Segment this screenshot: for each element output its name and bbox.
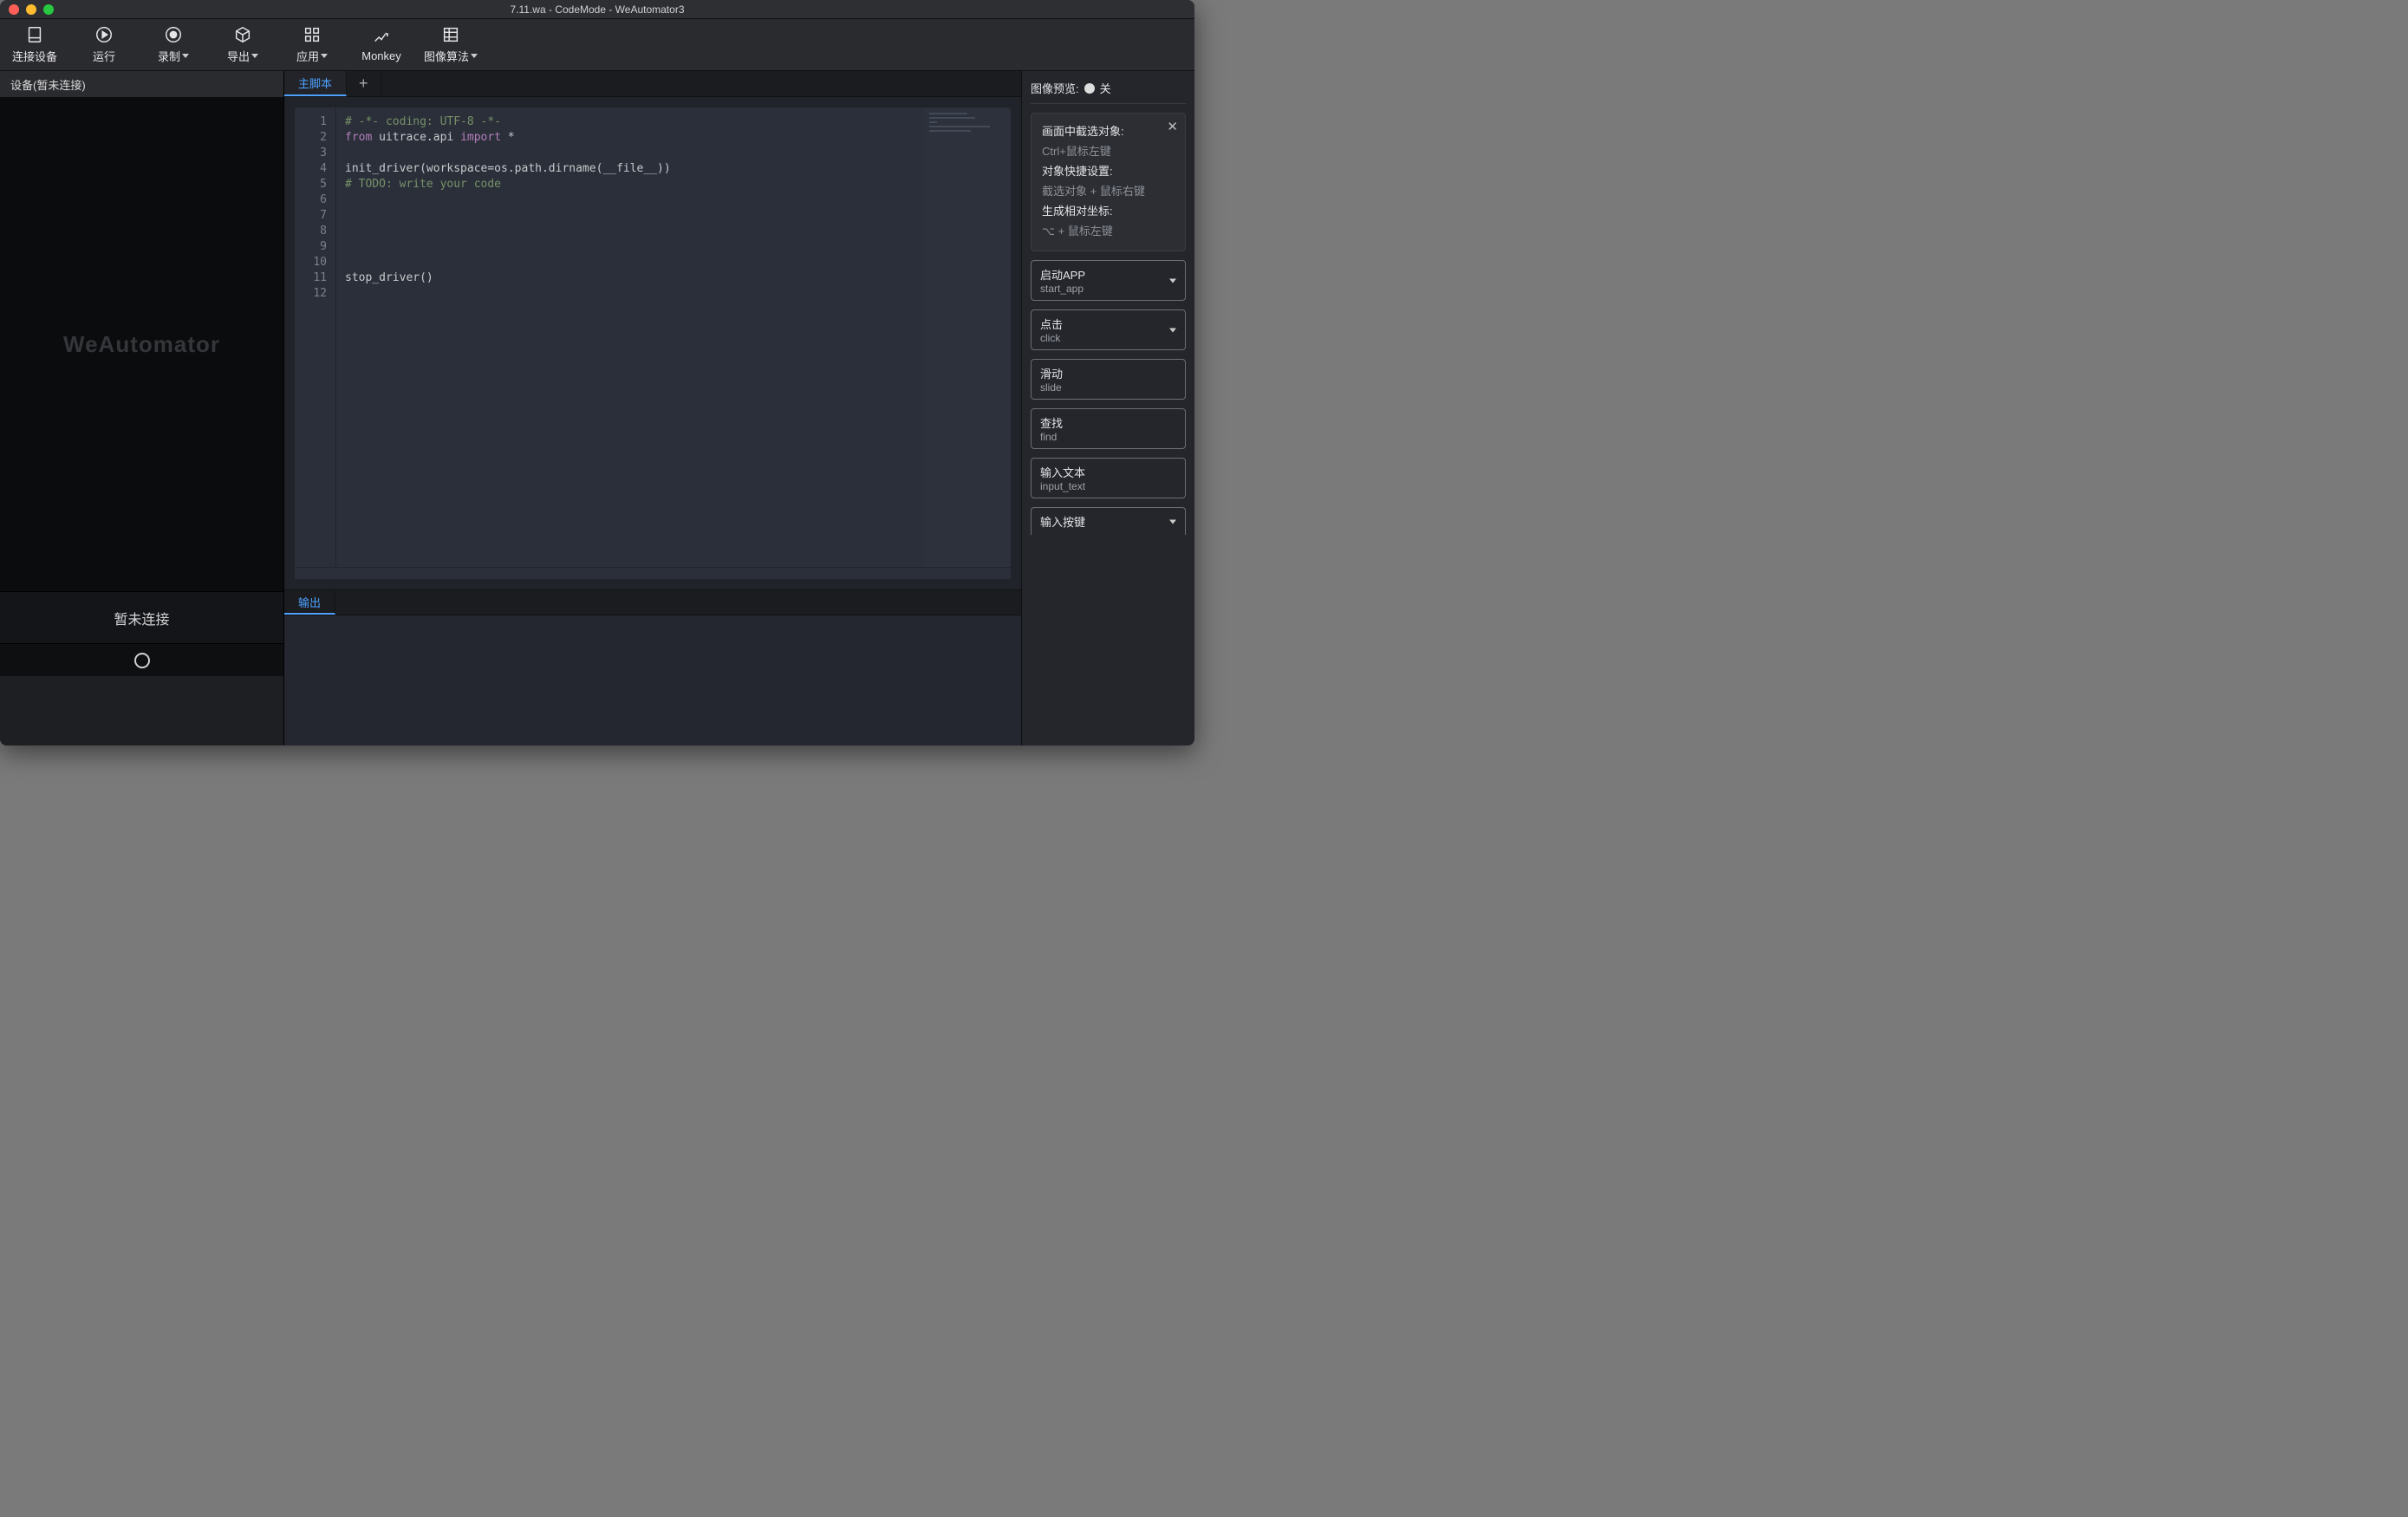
help-select-hint: Ctrl+鼠标左键 [1042, 145, 1111, 158]
image-algo-button[interactable]: 图像算法 [416, 19, 485, 71]
export-label: 导出 [227, 48, 250, 64]
action-label-cn: 启动APP [1040, 266, 1176, 283]
titlebar: 7.11.wa - CodeMode - WeAutomator3 [0, 0, 1194, 19]
action-input_text[interactable]: 输入文本input_text [1031, 458, 1186, 498]
output-label: 输出 [298, 594, 321, 610]
line-gutter: 123456789101112 [295, 107, 336, 567]
tab-main-script[interactable]: 主脚本 [284, 71, 347, 96]
toolbar: 连接设备 运行 录制 导出 应用 [0, 19, 1194, 71]
image-preview-toggle[interactable]: 图像预览: 关 [1031, 80, 1186, 104]
plus-icon: + [359, 75, 368, 93]
device-status: 暂未连接 [0, 591, 283, 643]
editor-tabbar: 主脚本 + [284, 71, 1021, 97]
export-icon [233, 25, 252, 44]
window-title: 7.11.wa - CodeMode - WeAutomator3 [0, 3, 1194, 16]
right-panel: 图像预览: 关 ✕ 画面中截选对象: Ctrl+鼠标左键 对象快捷设置: 截选对… [1021, 71, 1194, 745]
toggle-indicator-icon [1084, 83, 1095, 94]
center-column: 主脚本 + 123456789101112 # -*- coding: UTF-… [284, 71, 1021, 745]
app-window: 7.11.wa - CodeMode - WeAutomator3 连接设备 运… [0, 0, 1194, 745]
minimize-window-button[interactable] [26, 4, 36, 15]
apps-icon [303, 25, 322, 44]
chevron-down-icon [321, 54, 328, 58]
minimap[interactable] [924, 107, 1011, 567]
help-quick-hint: 截选对象 + 鼠标右键 [1042, 185, 1145, 198]
action-label-cn: 点击 [1040, 316, 1176, 332]
output-body[interactable] [284, 615, 1021, 745]
monkey-button[interactable]: Monkey [347, 19, 416, 71]
action-label-en: find [1040, 431, 1176, 443]
action-start_app[interactable]: 启动APPstart_app [1031, 260, 1186, 301]
tab-output[interactable]: 输出 [284, 590, 335, 615]
image-algo-label: 图像算法 [424, 48, 469, 64]
tab-add[interactable]: + [347, 71, 381, 96]
monkey-icon [372, 27, 391, 46]
play-icon [94, 25, 114, 44]
main-area: 设备(暂未连接) WeAutomator 暂未连接 主脚本 + [0, 71, 1194, 745]
window-controls [0, 4, 54, 15]
chevron-down-icon [251, 54, 258, 58]
editor-scrollbar[interactable] [295, 567, 1011, 579]
device-icon [25, 25, 44, 44]
run-label: 运行 [93, 48, 115, 64]
action-list: 启动APPstart_app 点击click 滑动slide 查找find 输入文本in… [1031, 260, 1186, 535]
apply-label: 应用 [296, 48, 319, 64]
chevron-down-icon [1169, 278, 1176, 283]
device-panel: 设备(暂未连接) WeAutomator 暂未连接 [0, 71, 284, 745]
connect-device-label: 连接设备 [12, 48, 57, 64]
action-label-cn: 滑动 [1040, 365, 1176, 381]
image-preview-state: 关 [1100, 80, 1111, 96]
device-footer [0, 676, 283, 745]
help-quick-label: 对象快捷设置: [1042, 165, 1113, 178]
action-label-en: input_text [1040, 480, 1176, 492]
image-algo-icon [441, 25, 460, 44]
maximize-window-button[interactable] [43, 4, 54, 15]
help-box: ✕ 画面中截选对象: Ctrl+鼠标左键 对象快捷设置: 截选对象 + 鼠标右键… [1031, 113, 1186, 251]
chevron-down-icon [471, 54, 478, 58]
device-preview[interactable]: WeAutomator [0, 97, 283, 591]
monkey-label: Monkey [361, 49, 401, 62]
chevron-down-icon [1169, 519, 1176, 524]
close-window-button[interactable] [9, 4, 19, 15]
help-coord-hint: ⌥ + 鼠标左键 [1042, 225, 1113, 238]
close-help-button[interactable]: ✕ [1167, 119, 1178, 134]
connect-device-button[interactable]: 连接设备 [0, 19, 69, 71]
home-icon[interactable] [134, 653, 150, 668]
chevron-down-icon [182, 54, 189, 58]
editor-wrap: 123456789101112 # -*- coding: UTF-8 -*-f… [284, 97, 1021, 567]
record-button[interactable]: 录制 [139, 19, 208, 71]
action-label-cn: 输入按键 [1040, 513, 1176, 530]
run-button[interactable]: 运行 [69, 19, 139, 71]
help-coord-label: 生成相对坐标: [1042, 205, 1113, 218]
record-label: 录制 [158, 48, 180, 64]
device-nav [0, 643, 283, 676]
help-select-label: 画面中截选对象: [1042, 125, 1124, 138]
output-tabbar: 输出 [284, 589, 1021, 615]
action-输入按键[interactable]: 输入按键 [1031, 507, 1186, 535]
action-label-cn: 查找 [1040, 414, 1176, 431]
action-slide[interactable]: 滑动slide [1031, 359, 1186, 400]
apply-button[interactable]: 应用 [277, 19, 347, 71]
record-icon [164, 25, 183, 44]
action-label-cn: 输入文本 [1040, 464, 1176, 480]
code-editor[interactable]: 123456789101112 # -*- coding: UTF-8 -*-f… [295, 107, 1011, 567]
image-preview-label: 图像预览: [1031, 80, 1079, 96]
code-area[interactable]: # -*- coding: UTF-8 -*-from uitrace.api … [336, 107, 1011, 567]
device-watermark: WeAutomator [63, 331, 220, 358]
device-header: 设备(暂未连接) [0, 71, 283, 97]
chevron-down-icon [1169, 328, 1176, 332]
action-click[interactable]: 点击click [1031, 309, 1186, 350]
export-button[interactable]: 导出 [208, 19, 277, 71]
tab-main-label: 主脚本 [298, 75, 332, 91]
action-label-en: slide [1040, 381, 1176, 394]
action-label-en: click [1040, 332, 1176, 344]
action-label-en: start_app [1040, 283, 1176, 295]
action-find[interactable]: 查找find [1031, 408, 1186, 449]
